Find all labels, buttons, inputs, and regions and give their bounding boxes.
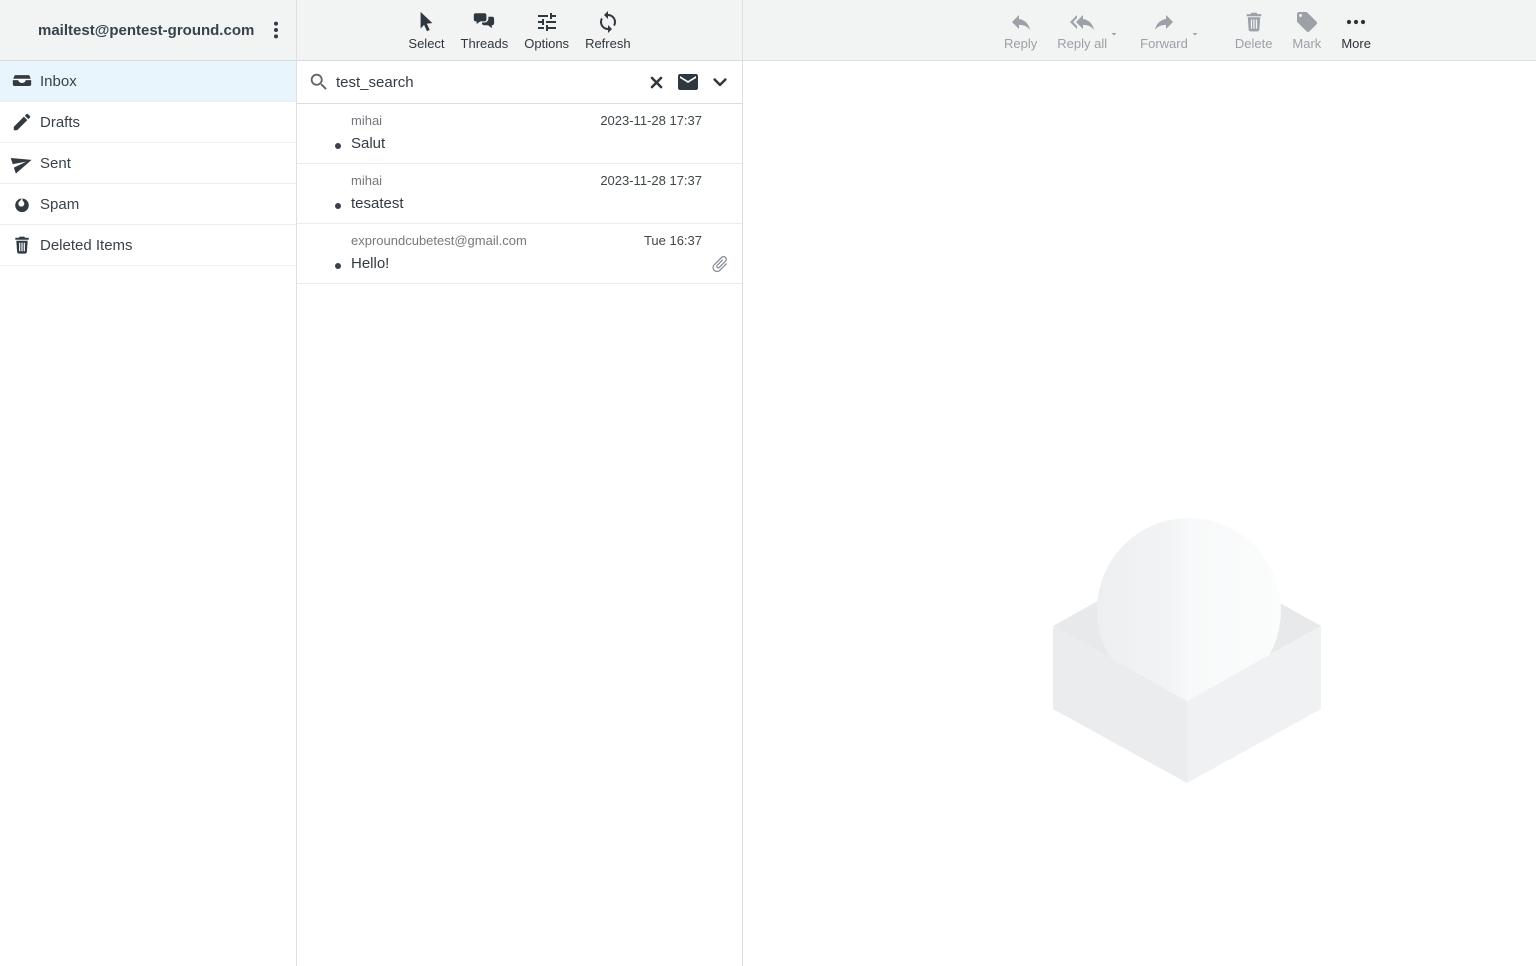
message-row[interactable]: mihai 2023-11-28 17:37 tesatest bbox=[297, 164, 742, 224]
sidebar-item-label: Spam bbox=[40, 196, 79, 213]
sidebar-item-label: Deleted Items bbox=[40, 237, 133, 254]
select-button[interactable]: Select bbox=[408, 10, 444, 50]
sidebar-item-label: Drafts bbox=[40, 114, 80, 131]
clear-search-icon[interactable] bbox=[647, 73, 666, 92]
message-subject: Salut bbox=[351, 135, 385, 152]
ellipsis-icon bbox=[1344, 10, 1368, 34]
unread-dot bbox=[335, 263, 341, 269]
paperclip-icon bbox=[710, 254, 730, 274]
sidebar-item-label: Inbox bbox=[40, 73, 77, 90]
trash-icon bbox=[1242, 10, 1266, 34]
message-sender: mihai bbox=[351, 113, 382, 128]
mark-button[interactable]: Mark bbox=[1292, 10, 1321, 50]
chat-bubbles-icon bbox=[472, 10, 496, 34]
search-input[interactable] bbox=[336, 74, 641, 91]
forward-button[interactable]: Forward bbox=[1140, 10, 1188, 50]
sidebar-item-sent[interactable]: Sent bbox=[0, 143, 296, 184]
unread-dot bbox=[335, 203, 341, 209]
tag-icon bbox=[1295, 10, 1319, 34]
folder-sidebar: mailtest@pentest-ground.com Inbox Drafts bbox=[0, 0, 297, 966]
paper-plane-icon bbox=[11, 152, 33, 174]
inbox-icon bbox=[11, 70, 33, 92]
webmail-app: mailtest@pentest-ground.com Inbox Drafts bbox=[0, 0, 1536, 966]
pencil-icon bbox=[11, 111, 33, 133]
options-button[interactable]: Options bbox=[524, 10, 569, 50]
message-list-column: Select Threads Options bbox=[297, 0, 743, 966]
more-button[interactable]: More bbox=[1341, 10, 1371, 50]
account-header: mailtest@pentest-ground.com bbox=[0, 0, 296, 61]
roundcube-logo bbox=[1052, 516, 1322, 786]
cursor-icon bbox=[414, 10, 438, 34]
threads-button[interactable]: Threads bbox=[461, 10, 509, 50]
sidebar-item-label: Sent bbox=[40, 155, 71, 172]
forward-icon bbox=[1152, 10, 1176, 34]
message-row[interactable]: mihai 2023-11-28 17:37 Salut bbox=[297, 104, 742, 164]
refresh-button[interactable]: Refresh bbox=[585, 10, 631, 50]
sidebar-item-spam[interactable]: Spam bbox=[0, 184, 296, 225]
delete-button[interactable]: Delete bbox=[1235, 10, 1273, 50]
trash-icon bbox=[11, 234, 33, 256]
list-toolbar: Select Threads Options bbox=[297, 0, 742, 61]
sidebar-item-inbox[interactable]: Inbox bbox=[0, 61, 296, 102]
kebab-menu-icon[interactable] bbox=[264, 18, 288, 42]
message-subject: Hello! bbox=[351, 255, 389, 272]
message-sender: exproundcubetest@gmail.com bbox=[351, 233, 527, 248]
reply-all-button[interactable]: Reply all bbox=[1057, 10, 1107, 50]
message-sender: mihai bbox=[351, 173, 382, 188]
message-date: 2023-11-28 17:37 bbox=[600, 113, 702, 128]
mail-body-empty bbox=[743, 61, 1536, 966]
message-date: Tue 16:37 bbox=[644, 233, 702, 248]
sidebar-item-deleted-items[interactable]: Deleted Items bbox=[0, 225, 296, 266]
search-options-chevron-down-icon[interactable] bbox=[710, 72, 730, 92]
message-subject: tesatest bbox=[351, 195, 404, 212]
reply-button[interactable]: Reply bbox=[1004, 10, 1037, 50]
flame-icon bbox=[11, 193, 33, 215]
mail-toolbar: Reply Reply all Forward bbox=[743, 0, 1536, 61]
message-row[interactable]: exproundcubetest@gmail.com Tue 16:37 Hel… bbox=[297, 224, 742, 284]
reply-icon bbox=[1009, 10, 1033, 34]
search-bar bbox=[297, 61, 742, 104]
sidebar-item-drafts[interactable]: Drafts bbox=[0, 102, 296, 143]
account-email: mailtest@pentest-ground.com bbox=[38, 22, 264, 39]
search-icon bbox=[308, 71, 330, 93]
forward-menu-caret-icon[interactable] bbox=[1189, 28, 1201, 40]
mail-view-pane: Reply Reply all Forward bbox=[743, 0, 1536, 966]
reply-all-menu-caret-icon[interactable] bbox=[1108, 28, 1120, 40]
unread-dot bbox=[335, 143, 341, 149]
refresh-icon bbox=[596, 10, 620, 34]
search-scope-envelope-icon[interactable] bbox=[676, 70, 700, 94]
reply-all-icon bbox=[1070, 10, 1094, 34]
message-date: 2023-11-28 17:37 bbox=[600, 173, 702, 188]
sliders-icon bbox=[535, 10, 559, 34]
